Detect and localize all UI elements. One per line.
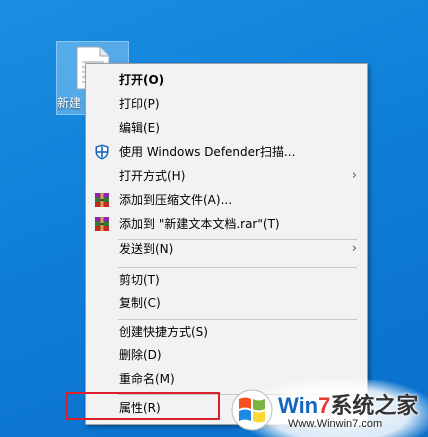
menu-item-delete[interactable]: 删除(D) <box>88 344 365 366</box>
menu-item-send-to[interactable]: 发送到(N) › <box>88 238 365 260</box>
watermark-brand: Win7系统之家 <box>278 388 418 420</box>
menu-separator <box>118 267 357 268</box>
menu-separator <box>118 319 357 320</box>
desktop[interactable]: 新建 打开(O) 打印(P) 编辑(E) 使用 Windows Defender… <box>0 0 428 437</box>
menu-item-label: 发送到(N) <box>119 242 174 256</box>
context-menu: 打开(O) 打印(P) 编辑(E) 使用 Windows Defender扫描.… <box>85 63 368 425</box>
chevron-right-icon: › <box>351 241 357 256</box>
menu-item-edit[interactable]: 编辑(E) <box>88 117 365 139</box>
menu-item-open[interactable]: 打开(O) <box>88 69 365 91</box>
menu-item-label: 重命名(M) <box>119 372 175 386</box>
site-watermark: Win7系统之家 Www.Winwin7.com <box>228 384 428 437</box>
menu-item-label: 属性(R) <box>119 401 161 415</box>
windows-logo-icon <box>231 389 273 431</box>
menu-item-label: 创建快捷方式(S) <box>119 325 208 339</box>
menu-item-label: 删除(D) <box>119 348 162 362</box>
watermark-brand-number: 7 <box>318 393 331 418</box>
menu-item-copy[interactable]: 复制(C) <box>88 292 365 314</box>
menu-item-label: 添加到 "新建文本文档.rar"(T) <box>119 217 280 231</box>
menu-item-label: 复制(C) <box>119 296 161 310</box>
menu-item-add-to-rar[interactable]: 添加到 "新建文本文档.rar"(T) <box>88 213 365 235</box>
menu-item-label: 打印(P) <box>119 97 160 111</box>
menu-item-label: 剪切(T) <box>119 273 160 287</box>
menu-item-print[interactable]: 打印(P) <box>88 93 365 115</box>
watermark-url: Www.Winwin7.com <box>288 418 383 430</box>
menu-item-defender-scan[interactable]: 使用 Windows Defender扫描... <box>88 141 365 163</box>
menu-item-label: 打开(O) <box>119 73 165 87</box>
menu-item-label: 编辑(E) <box>119 121 160 135</box>
winrar-icon <box>95 217 109 231</box>
watermark-brand-suffix: 系统之家 <box>330 393 419 418</box>
menu-item-label: 使用 Windows Defender扫描... <box>119 145 296 159</box>
menu-item-label: 添加到压缩文件(A)... <box>119 193 233 207</box>
menu-item-add-to-archive[interactable]: 添加到压缩文件(A)... <box>88 189 365 211</box>
winrar-icon <box>95 193 109 207</box>
menu-item-label: 打开方式(H) <box>119 169 186 183</box>
menu-item-create-shortcut[interactable]: 创建快捷方式(S) <box>88 321 365 343</box>
windows-defender-shield-icon <box>95 144 109 160</box>
menu-item-open-with[interactable]: 打开方式(H) › <box>88 165 365 187</box>
menu-item-cut[interactable]: 剪切(T) <box>88 269 365 291</box>
chevron-right-icon: › <box>351 168 357 183</box>
watermark-brand-prefix: Win <box>278 393 319 418</box>
